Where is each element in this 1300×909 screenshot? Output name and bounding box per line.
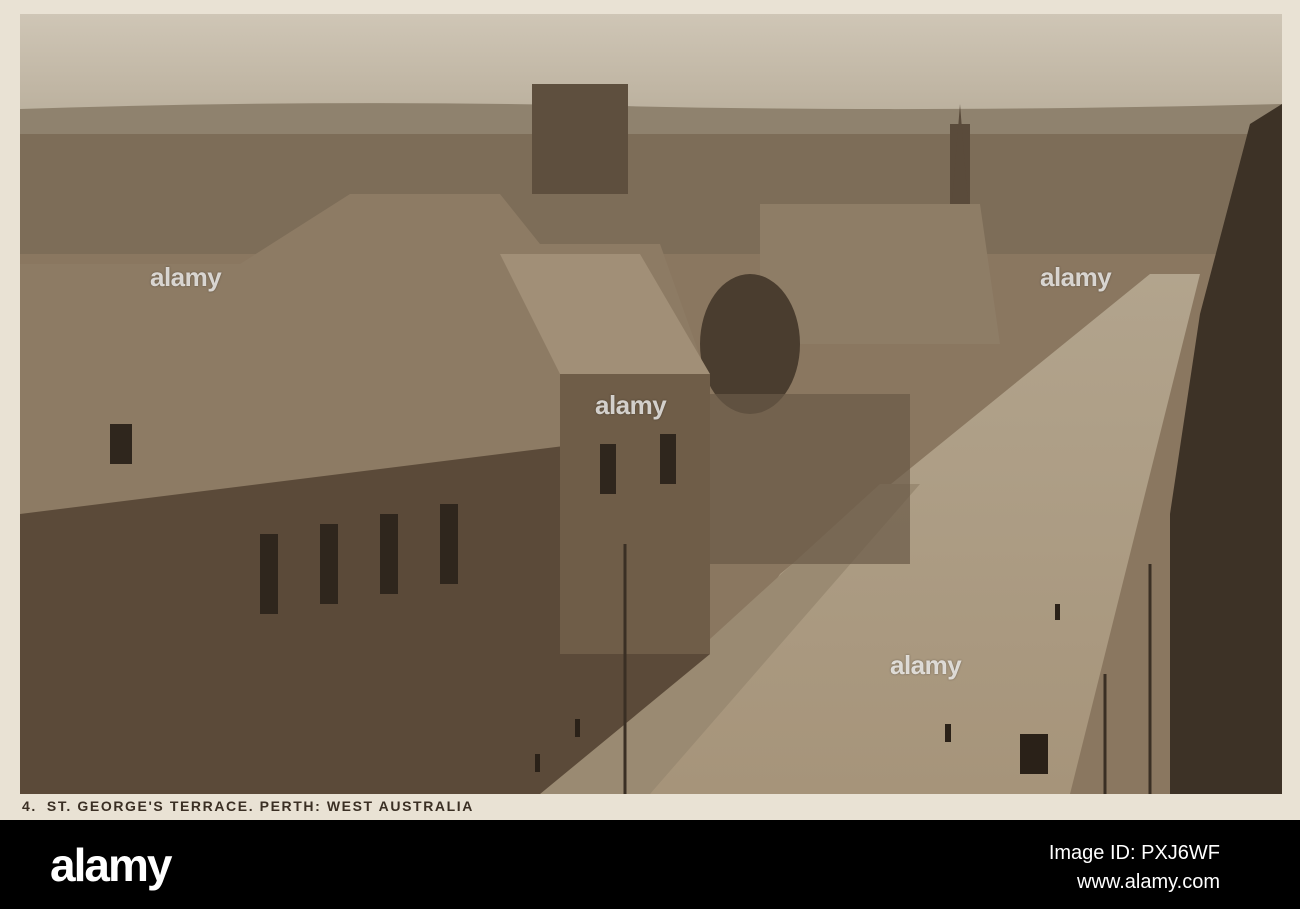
- distant-town: [20, 134, 1282, 254]
- watermark: alamy: [595, 390, 667, 420]
- site-url: www.alamy.com: [1077, 871, 1220, 893]
- caption-number: 4.: [22, 798, 37, 814]
- horse-cart: [1020, 734, 1048, 774]
- image-meta: Image ID: PXJ6WF www.alamy.com: [1049, 842, 1220, 894]
- church-tower: [532, 84, 628, 194]
- caption-text: ST. GEORGE'S TERRACE. PERTH: WEST AUSTRA…: [46, 798, 474, 814]
- watermark: alamy: [890, 650, 962, 680]
- watermark: alamy: [1040, 262, 1112, 292]
- tree: [700, 274, 800, 414]
- postcard: 4. ST. GEORGE'S TERRACE. PERTH: WEST AUST…: [0, 0, 1300, 820]
- page: 4. ST. GEORGE'S TERRACE. PERTH: WEST AUST…: [0, 0, 1300, 909]
- watermark: alamy: [150, 262, 222, 292]
- tree-row: [710, 394, 910, 564]
- brand-logo: alamy: [50, 839, 172, 891]
- image-id: Image ID: PXJ6WF: [1048, 842, 1220, 864]
- postcard-caption: 4. ST. GEORGE'S TERRACE. PERTH: WEST AUST…: [22, 798, 474, 814]
